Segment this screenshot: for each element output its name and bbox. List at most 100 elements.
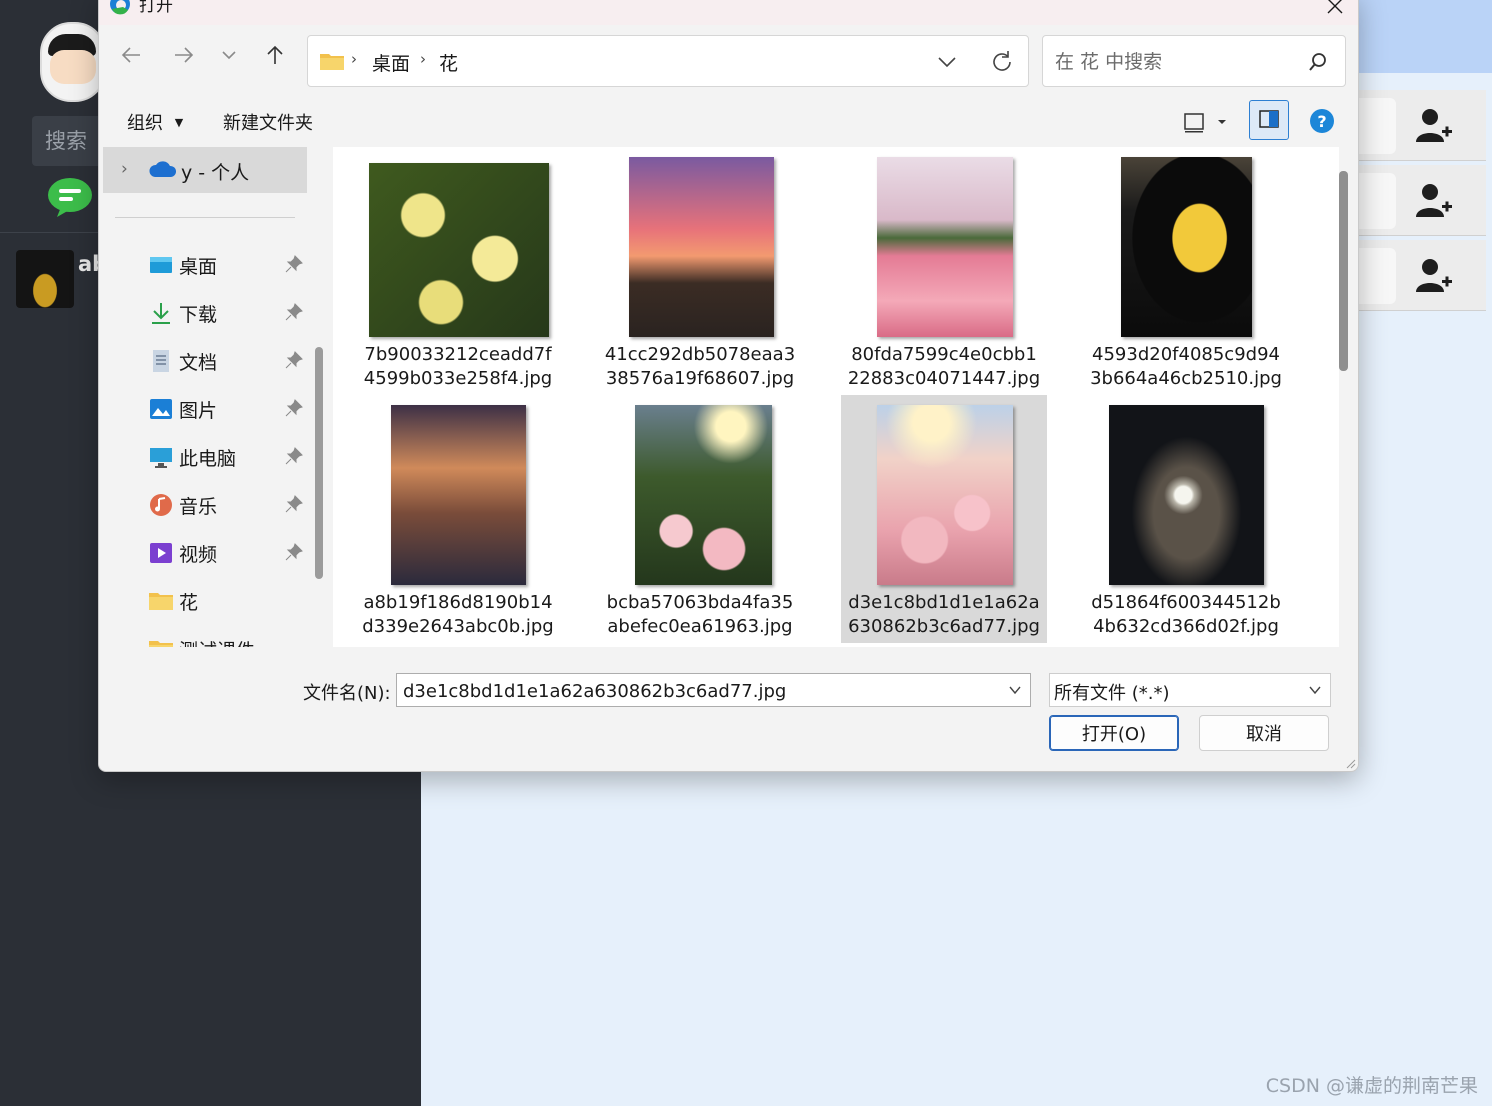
add-user-icon[interactable] [1414, 256, 1454, 296]
search-box[interactable] [1042, 35, 1346, 87]
back-button[interactable] [115, 39, 147, 71]
preview-pane-button[interactable] [1249, 100, 1289, 140]
nav-item-flowers[interactable]: 花 [149, 581, 309, 621]
search-icon[interactable] [1307, 51, 1329, 73]
recent-locations-button[interactable] [213, 39, 245, 71]
up-button[interactable] [259, 39, 291, 71]
pin-icon[interactable] [285, 351, 303, 369]
forward-button[interactable] [168, 39, 200, 71]
file-item[interactable]: 41cc292db5078eaa3 38576a19f68607.jpg [597, 147, 803, 395]
add-user-icon[interactable] [1414, 106, 1454, 146]
video-icon [150, 543, 172, 563]
breadcrumb-separator-icon: › [351, 50, 357, 68]
file-name: d3e1c8bd1d1e1a62a 630862b3c6ad77.jpg [848, 592, 1040, 637]
file-item[interactable]: 4593d20f4085c9d94 3b664a46cb2510.jpg [1083, 147, 1289, 395]
pin-icon[interactable] [285, 543, 303, 561]
filename-input[interactable] [401, 678, 995, 704]
image-thumbnail [877, 405, 1013, 585]
filetype-value: 所有文件 (*.*) [1054, 683, 1170, 704]
dialog-titlebar[interactable]: 打开 [99, 0, 1358, 25]
image-thumbnail [629, 157, 774, 337]
arrow-left-icon [121, 47, 140, 63]
resize-grip-icon[interactable] [1344, 757, 1356, 769]
user-avatar[interactable] [40, 22, 106, 102]
cancel-button[interactable]: 取消 [1199, 715, 1329, 751]
file-name: d51864f600344512b 4b632cd366d02f.jpg [1091, 592, 1281, 637]
view-layout-icon[interactable] [1181, 109, 1207, 135]
download-icon [152, 303, 170, 324]
folder-icon [149, 641, 173, 647]
pin-icon[interactable] [285, 495, 303, 513]
nav-item-label: 测试课件 [179, 636, 255, 647]
nav-item-pictures[interactable]: 图片 [149, 389, 309, 429]
file-item[interactable]: 80fda7599c4e0cbb1 22883c04071447.jpg [841, 147, 1047, 395]
pin-icon[interactable] [285, 303, 303, 321]
file-item[interactable]: a8b19f186d8190b14 d339e2643abc0b.jpg [355, 395, 561, 643]
friend-request-row[interactable] [1356, 165, 1486, 236]
friend-request-row[interactable] [1356, 240, 1486, 311]
file-item[interactable]: bcba57063bda4fa35 abefec0ea61963.jpg [597, 395, 803, 643]
music-icon [150, 494, 172, 516]
dialog-title: 打开 [139, 0, 173, 16]
nav-item-label: 文档 [179, 352, 218, 374]
chat-bubble-icon[interactable] [47, 177, 93, 217]
contact-avatar[interactable] [16, 250, 74, 308]
breadcrumb-separator-icon: › [420, 50, 426, 68]
image-thumbnail [635, 405, 772, 585]
new-folder-button[interactable]: 新建文件夹 [223, 109, 313, 135]
file-list: 7b90033212ceadd7f 4599b033e258f4.jpg 41cc… [333, 147, 1339, 647]
pin-icon[interactable] [285, 447, 303, 465]
nav-item-courseware[interactable]: 测试课件 [149, 629, 309, 647]
file-name: bcba57063bda4fa35 abefec0ea61963.jpg [606, 592, 794, 637]
browser-app-icon [110, 0, 130, 15]
nav-item-label: y - 个人 [181, 162, 250, 184]
chevron-down-icon [1309, 686, 1321, 695]
close-button[interactable] [1318, 0, 1352, 19]
filename-combobox[interactable] [396, 673, 1031, 707]
nav-item-label: 音乐 [179, 496, 218, 518]
file-item-selected[interactable]: d3e1c8bd1d1e1a62a 630862b3c6ad77.jpg [841, 395, 1047, 643]
add-user-icon[interactable] [1414, 181, 1454, 221]
nav-item-onedrive[interactable]: › y - 个人 [103, 147, 307, 193]
organize-button[interactable]: 组织 ▼ [127, 109, 183, 135]
pin-icon[interactable] [285, 255, 303, 273]
breadcrumb-flowers[interactable]: 花 [439, 49, 458, 76]
nav-item-downloads[interactable]: 下载 [149, 293, 309, 333]
file-name: 7b90033212ceadd7f 4599b033e258f4.jpg [363, 344, 553, 389]
watermark: CSDN @谦虚的荆南芒果 [1265, 1075, 1478, 1097]
open-button[interactable]: 打开(O) [1049, 715, 1179, 751]
nav-scrollbar[interactable] [315, 347, 323, 579]
document-icon [153, 350, 169, 372]
nav-item-label: 桌面 [179, 256, 218, 278]
nav-item-music[interactable]: 音乐 [149, 485, 309, 525]
file-item[interactable]: 7b90033212ceadd7f 4599b033e258f4.jpg [355, 147, 561, 395]
filetype-select[interactable]: 所有文件 (*.*) [1049, 673, 1331, 707]
breadcrumb-desktop[interactable]: 桌面 [372, 49, 410, 76]
chevron-down-icon[interactable] [936, 52, 958, 72]
help-icon[interactable]: ? [1309, 108, 1335, 134]
nav-item-this-pc[interactable]: 此电脑 [149, 437, 309, 477]
friend-request-row[interactable] [1356, 90, 1486, 161]
pin-icon[interactable] [285, 399, 303, 417]
close-icon [1327, 0, 1343, 14]
desktop-icon [150, 257, 172, 273]
nav-item-documents[interactable]: 文档 [149, 341, 309, 381]
chevron-down-icon[interactable] [1008, 684, 1022, 696]
address-bar[interactable]: › 桌面 › 花 [307, 35, 1029, 87]
file-list-scrollbar[interactable] [1339, 171, 1348, 371]
file-item[interactable]: d51864f600344512b 4b632cd366d02f.jpg [1083, 395, 1289, 643]
this-pc-icon [150, 448, 172, 468]
file-name: 4593d20f4085c9d94 3b664a46cb2510.jpg [1090, 344, 1282, 389]
arrow-right-icon [175, 47, 194, 63]
caret-down-icon[interactable] [1215, 116, 1229, 128]
nav-item-videos[interactable]: 视频 [149, 533, 309, 573]
search-input[interactable] [1053, 48, 1297, 76]
nav-item-desktop[interactable]: 桌面 [149, 245, 309, 285]
file-name: 80fda7599c4e0cbb1 22883c04071447.jpg [847, 344, 1041, 389]
chevron-right-icon[interactable]: › [121, 159, 128, 179]
refresh-icon[interactable] [988, 48, 1016, 76]
preview-pane-icon [1259, 110, 1279, 128]
arrow-up-icon [267, 45, 283, 64]
image-thumbnail [1109, 405, 1264, 585]
nav-item-label: 花 [179, 592, 199, 614]
